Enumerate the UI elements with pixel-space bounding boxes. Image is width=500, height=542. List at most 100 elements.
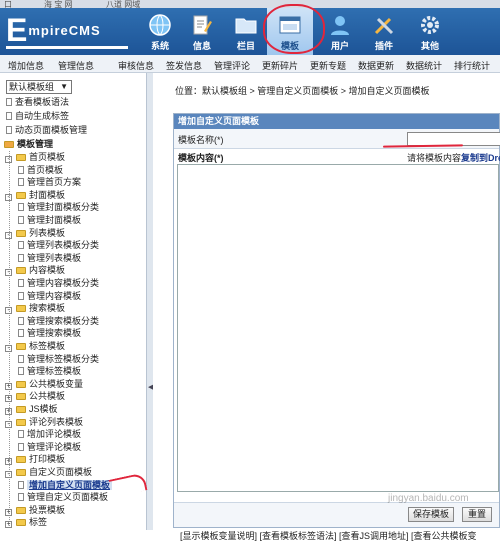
tree-leaf-node[interactable]: 增加自定义页面模板	[18, 479, 113, 491]
tree-leaf-node[interactable]: 管理搜索模板	[18, 327, 81, 339]
tree-leaf-node[interactable]: 管理自定义页面模板	[18, 491, 108, 503]
tree-folder-node[interactable]: - 首页模板	[5, 151, 65, 163]
expand-icon[interactable]: +	[5, 508, 12, 516]
doc-icon	[18, 291, 24, 300]
tree-node-label: JS模板	[29, 404, 58, 414]
menu-data-stats[interactable]: 数据统计	[406, 59, 442, 72]
collapse-icon[interactable]: -	[5, 345, 12, 352]
tree-folder-node[interactable]: + JS模板	[5, 403, 58, 415]
tree-folder-node[interactable]: - 封面模板	[5, 189, 65, 201]
add-template-panel: 增加自定义页面模板 模板名称(*) 模板内容(*) 请将模板内容复制到Dre 保…	[173, 113, 500, 541]
expand-icon[interactable]: +	[5, 521, 12, 529]
nav-other[interactable]: 其他	[407, 8, 453, 55]
tree-folder-node[interactable]: - 评论列表模板	[5, 416, 83, 428]
sidebar-link-auto-tag[interactable]: 自动生成标签	[6, 110, 69, 122]
tree-folder-node[interactable]: - 内容模板	[5, 264, 65, 277]
save-template-button[interactable]: 保存模板	[408, 507, 454, 522]
tree-node-label: 管理标签模板分类	[27, 353, 100, 364]
empirecms-logo: EmpireCMS	[6, 12, 101, 48]
sidebar-link-syntax[interactable]: 查看模板语法	[6, 96, 69, 108]
tree-folder-node[interactable]: - 搜索模板	[5, 302, 66, 315]
menu-rank-stats[interactable]: 排行统计	[454, 59, 490, 72]
nav-plugin[interactable]: 插件	[361, 8, 407, 55]
tree-leaf-node[interactable]: 管理内容模板分类	[18, 277, 99, 289]
tree-leaf-node[interactable]: 增加评论模板	[18, 428, 81, 440]
doc-icon	[18, 329, 24, 338]
tree-folder-node[interactable]: - 标签模板	[5, 340, 65, 352]
expand-icon[interactable]: +	[5, 395, 12, 403]
tree-node-label: 搜索模板	[29, 303, 66, 314]
tree-folder-node[interactable]: + 公共模板变量	[5, 378, 83, 390]
doc-icon	[6, 126, 12, 134]
tree-leaf-node[interactable]: 管理封面模板	[18, 214, 81, 226]
doc-icon	[18, 253, 24, 262]
tree-leaf-node[interactable]: 管理封面模板分类	[18, 201, 99, 213]
reset-button[interactable]: 重置	[462, 507, 492, 522]
expand-icon[interactable]: +	[5, 458, 12, 466]
tree-leaf-node[interactable]: 首页模板	[18, 164, 63, 176]
dreamweaver-link[interactable]: 复制到Dre	[461, 153, 500, 163]
tree-node-label: 公共模板变量	[29, 378, 84, 389]
menu-update-fragments[interactable]: 更新碎片	[262, 59, 298, 72]
collapse-icon[interactable]: -	[5, 307, 12, 315]
template-content-textarea[interactable]	[177, 164, 499, 492]
collapse-icon[interactable]: -	[5, 193, 12, 201]
folder-icon	[16, 393, 26, 401]
menu-manage-comments[interactable]: 管理评论	[214, 59, 250, 72]
help-links[interactable]: [显示模板变量说明] [查看模板标签语法] [查看JS调用地址] [查看公共模板…	[180, 529, 477, 542]
menu-add-info[interactable]: 增加信息	[8, 59, 44, 72]
template-content-row: 模板内容(*) 请将模板内容复制到Dre	[174, 149, 500, 163]
folder-icon	[16, 519, 26, 527]
sidebar-splitter[interactable]: ◀	[146, 73, 153, 530]
doc-icon	[18, 178, 24, 187]
menu-review-info[interactable]: 审核信息	[118, 59, 154, 72]
folder-icon	[16, 469, 26, 476]
tree-node-label: 管理搜索模板	[27, 328, 82, 339]
breadcrumb: 位置：默认模板组 > 管理自定义页面模板 > 增加自定义页面模板	[175, 86, 430, 96]
tree-folder-node[interactable]: + 标签	[5, 516, 47, 529]
collapse-icon[interactable]: -	[5, 156, 12, 163]
tree-leaf-node[interactable]: 管理搜索模板分类	[18, 315, 99, 327]
tree-folder-node[interactable]: + 打印模板	[5, 453, 65, 466]
doc-icon	[18, 216, 24, 224]
sidebar-link-dynamic-page[interactable]: 动态页面模板管理	[6, 124, 87, 136]
tree-leaf-node[interactable]: 管理列表模板	[18, 252, 81, 264]
tree-leaf-node[interactable]: 管理列表模板分类	[18, 239, 99, 251]
menu-manage-info[interactable]: 管理信息	[58, 59, 94, 72]
tree-leaf-node[interactable]: 管理评论模板	[18, 441, 81, 453]
tree-node-label: 管理封面模板	[27, 215, 82, 225]
tree-leaf-node[interactable]: 管理内容模板	[18, 290, 81, 302]
template-content-label: 模板内容(*)	[178, 153, 224, 163]
folder-icon	[16, 191, 26, 199]
menu-update-topics[interactable]: 更新专题	[310, 59, 346, 72]
expand-icon[interactable]: +	[5, 382, 12, 390]
app-header: EmpireCMS 系统 信息 栏目 模板 用户 插件 其他	[0, 8, 500, 55]
tree-folder-node[interactable]: - 列表模板	[5, 227, 65, 239]
doc-icon	[18, 354, 24, 363]
collapse-icon[interactable]: -	[5, 231, 12, 239]
tree-node-label: 管理自定义页面模板	[27, 492, 109, 503]
tree-leaf-node[interactable]: 管理首页方案	[18, 176, 81, 188]
tree-node-label: 管理首页方案	[27, 177, 82, 188]
tree-folder-node[interactable]: + 公共模板	[5, 390, 65, 403]
menu-data-update[interactable]: 数据更新	[358, 59, 394, 72]
tree-folder-node[interactable]: - 自定义页面模板	[5, 466, 92, 478]
tree-node-label: 增加评论模板	[27, 429, 82, 440]
template-group-select[interactable]: 默认模板组 ▼	[6, 80, 72, 94]
expand-icon[interactable]: +	[5, 408, 12, 415]
collapse-icon[interactable]: -	[5, 420, 12, 428]
menu-sign-info[interactable]: 签发信息	[166, 59, 202, 72]
gear-icon	[421, 16, 439, 34]
user-icon	[331, 16, 349, 35]
folder-icon	[16, 305, 26, 313]
tree-leaf-node[interactable]: 管理标签模板分类	[18, 353, 99, 365]
tree-folder-node[interactable]: + 投票模板	[5, 504, 65, 516]
chevron-down-icon: ▼	[60, 82, 68, 91]
collapse-icon[interactable]: -	[5, 269, 12, 277]
folder-icon	[16, 506, 26, 514]
nav-info[interactable]: 信息	[179, 8, 225, 55]
tree-leaf-node[interactable]: 管理标签模板	[18, 365, 81, 377]
collapse-icon[interactable]: -	[5, 471, 12, 478]
tree-node-label: 管理搜索模板分类	[27, 315, 100, 326]
nav-system[interactable]: 系统	[137, 8, 183, 55]
